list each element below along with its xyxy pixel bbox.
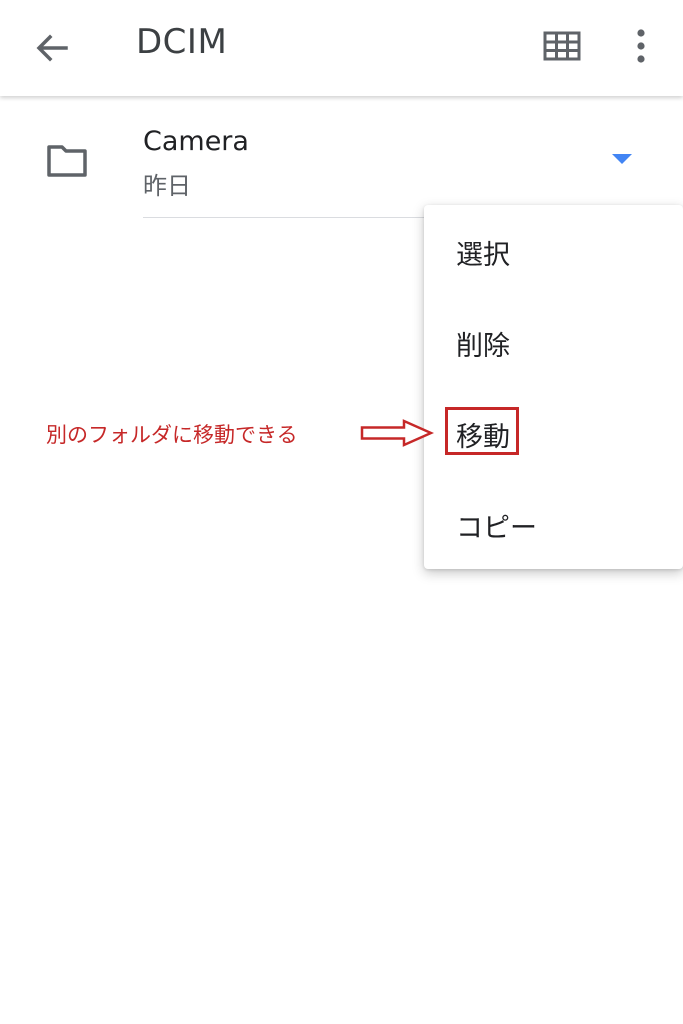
folder-row-camera[interactable]: Camera 昨日 bbox=[0, 100, 683, 220]
annotation-arrow-icon bbox=[360, 419, 434, 447]
folder-date: 昨日 bbox=[143, 172, 191, 200]
grid-view-icon[interactable] bbox=[543, 30, 581, 62]
menu-item-delete[interactable]: 削除 bbox=[424, 296, 683, 386]
page-title: DCIM bbox=[136, 22, 228, 62]
folder-name: Camera bbox=[143, 126, 249, 157]
app-bar: DCIM bbox=[0, 0, 683, 96]
menu-item-label: 削除 bbox=[456, 331, 510, 362]
folder-icon bbox=[47, 145, 87, 177]
context-menu: 選択 削除 移動 コピー bbox=[424, 205, 683, 569]
arrow-back-icon[interactable] bbox=[30, 26, 74, 70]
dropdown-arrow-icon[interactable] bbox=[610, 152, 634, 166]
menu-item-label: 選択 bbox=[456, 240, 510, 271]
highlight-box bbox=[445, 407, 519, 455]
menu-item-select[interactable]: 選択 bbox=[424, 205, 683, 295]
menu-item-label: コピー bbox=[456, 513, 537, 544]
menu-item-copy[interactable]: コピー bbox=[424, 478, 683, 568]
annotation-text: 別のフォルダに移動できる bbox=[46, 423, 298, 447]
more-vert-icon[interactable] bbox=[626, 24, 656, 68]
